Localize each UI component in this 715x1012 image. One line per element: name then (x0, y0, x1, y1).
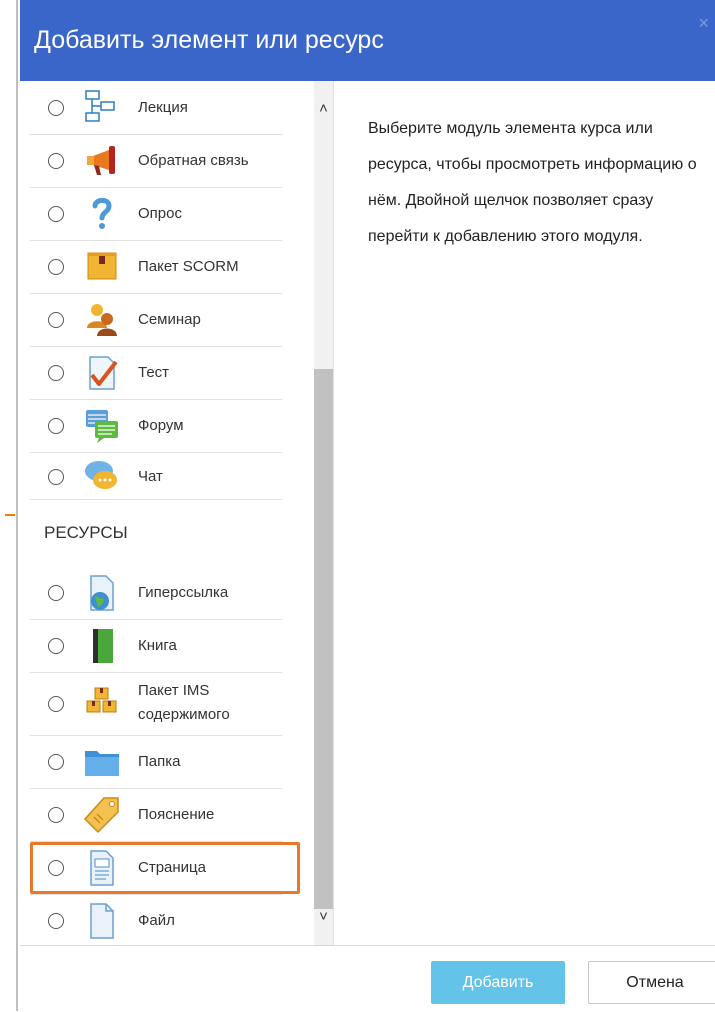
resources-section-title: РЕСУРСЫ (44, 523, 128, 542)
option-label: Лекция (138, 99, 188, 116)
quiz-icon (89, 356, 118, 390)
radio-button[interactable] (48, 469, 64, 485)
scorm-package-icon (87, 252, 117, 280)
option-book[interactable]: Книга (30, 619, 282, 673)
option-file[interactable]: Файл (30, 894, 282, 945)
option-label: Папка (138, 753, 181, 770)
option-url[interactable]: Гиперссылка (30, 566, 282, 620)
option-workshop[interactable]: Семинар (30, 293, 282, 347)
scrollbar-thumb[interactable] (314, 369, 333, 909)
file-icon (90, 903, 114, 939)
option-label-line1: Пакет IMS (138, 682, 210, 699)
option-label: Книга (138, 637, 177, 654)
module-description-text: Выберите модуль элемента курса или ресур… (368, 120, 697, 245)
dialog-title: Добавить элемент или ресурс (34, 26, 384, 54)
background-page-edge (0, 0, 20, 1011)
radio-button[interactable] (48, 100, 64, 116)
radio-button[interactable] (48, 754, 64, 770)
option-lesson[interactable]: Лекция (30, 81, 282, 135)
module-options-list: Лекция Обратная связь Опрос Пакет SCORM … (20, 81, 314, 945)
option-scorm[interactable]: Пакет SCORM (30, 240, 282, 294)
chevron-down-icon[interactable]: ˅ (314, 907, 333, 927)
close-icon[interactable]: × (698, 14, 709, 32)
option-label: Тест (138, 364, 170, 381)
option-choice[interactable]: Опрос (30, 187, 282, 241)
radio-button[interactable] (48, 206, 64, 222)
option-folder[interactable]: Папка (30, 735, 282, 789)
add-activity-dialog: Добавить элемент или ресурс × Лекция Обр… (20, 0, 715, 1012)
add-button[interactable]: Добавить (431, 961, 565, 1004)
workshop-icon (87, 304, 117, 336)
option-chat[interactable]: Чат (30, 452, 282, 500)
option-label: Пояснение (138, 806, 215, 823)
module-description-panel: Выберите модуль элемента курса или ресур… (333, 81, 715, 945)
option-label: Семинар (138, 311, 201, 328)
radio-button[interactable] (48, 153, 64, 169)
option-label-line2: содержимого (138, 706, 230, 723)
feedback-megaphone-icon (87, 146, 115, 175)
lesson-icon (85, 90, 115, 122)
radio-button[interactable] (48, 365, 64, 381)
label-tag-icon (83, 797, 119, 834)
orange-pointer-mark (5, 514, 15, 516)
page-edge-line (16, 0, 18, 1011)
dialog-footer: Добавить Отмена (20, 945, 715, 1012)
option-forum[interactable]: Форум (30, 399, 282, 453)
options-scrollbar[interactable]: ˄ ˅ (314, 81, 333, 945)
radio-button[interactable] (48, 807, 64, 823)
chat-icon (85, 461, 117, 489)
radio-button[interactable] (48, 696, 64, 712)
option-quiz[interactable]: Тест (30, 346, 282, 400)
ims-package-icon (86, 687, 117, 713)
dialog-header: Добавить элемент или ресурс × (20, 0, 715, 81)
radio-button[interactable] (48, 585, 64, 601)
option-ims[interactable]: Пакет IMS содержимого (30, 672, 282, 736)
radio-button[interactable] (48, 259, 64, 275)
option-label: Форум (138, 417, 184, 434)
cancel-button[interactable]: Отмена (588, 961, 715, 1004)
radio-button[interactable] (48, 418, 64, 434)
option-label: Опрос (138, 205, 182, 222)
radio-button[interactable] (48, 638, 64, 654)
option-label: Гиперссылка (138, 584, 229, 601)
book-icon (93, 629, 113, 663)
option-label-resource[interactable]: Пояснение (30, 788, 282, 842)
option-label: Обратная связь (138, 152, 249, 169)
option-label: Файл (138, 912, 175, 929)
forum-icon (86, 410, 118, 443)
option-feedback[interactable]: Обратная связь (30, 134, 282, 188)
chevron-up-icon[interactable]: ˄ (314, 99, 333, 119)
selection-highlight (30, 842, 300, 894)
radio-button[interactable] (48, 312, 64, 328)
folder-icon (85, 751, 119, 776)
url-icon (90, 575, 114, 611)
option-label: Пакет SCORM (138, 258, 239, 275)
radio-button[interactable] (48, 913, 64, 929)
question-icon (92, 197, 112, 229)
option-label: Чат (138, 468, 163, 485)
